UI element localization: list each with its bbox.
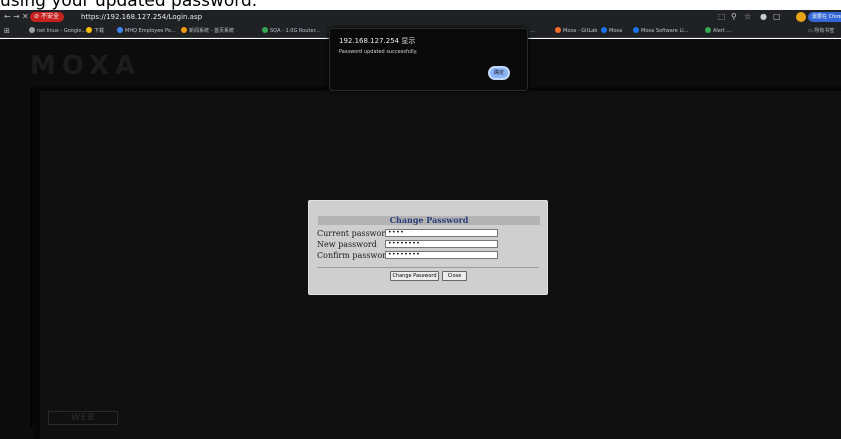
bookmark-label: Moxa [609,28,623,34]
bookmark-label: MHQ Employee Po... [125,28,176,34]
left-sidebar [0,87,34,439]
bookmark-item[interactable]: Moxa [601,25,622,37]
apps-grid-icon[interactable]: ⊞ [4,25,10,37]
moxa-logo: MOXA [30,51,142,81]
security-label: 不安全 [40,13,59,20]
bookmark-label: Moxa - GitLab [563,28,598,34]
bookmark-item[interactable]: MHQ Employee Po... [117,25,176,37]
bookmark-item[interactable]: Moxa - GitLab [555,25,597,37]
star-icon[interactable]: ☆ [744,11,751,23]
bookmark-favicon [181,27,187,33]
new-password-input[interactable]: •••••••• [385,240,498,248]
bookmark-label: ... [530,28,535,34]
web-badge: WEB [48,411,118,425]
bookmark-item[interactable]: Moxa Software Li... [633,25,688,37]
bookmark-label: Moxa Software Li... [641,28,689,34]
alert-dialog: 192.168.127.254 显示 Password updated succ… [329,28,528,91]
bookmark-favicon [29,27,35,33]
page-viewport: MOXA WEB Change Password Current passwor… [0,39,841,439]
close-button[interactable]: Close [442,271,467,281]
bookmark-label: Alert ... [713,28,732,34]
browser-toolbar: ← → ✕ ⊘ 不安全 https://192.168.127.254/Logi… [0,10,841,24]
bookmark-favicon [633,27,639,33]
new-password-label: New password [317,240,377,249]
bookmark-favicon [117,27,123,33]
bookmark-label: 新闻系统 - 首页系统 [189,28,234,34]
sidepanel-icon[interactable]: ▢ [773,11,781,23]
bookmark-item[interactable]: ... [530,25,535,37]
extension-icon[interactable]: ● [760,11,767,23]
change-password-button[interactable]: Change Password [390,271,439,281]
alert-message: Password updated successfully. [339,49,418,55]
translate-icon[interactable]: ⬚ [718,11,726,23]
security-warning-badge[interactable]: ⊘ 不安全 [30,12,64,22]
current-password-input[interactable]: •••• [385,229,498,237]
bookmark-item[interactable]: 下载 [86,25,104,37]
current-password-row: Current password [317,229,390,238]
alert-title: 192.168.127.254 显示 [339,37,416,45]
panel-divider [317,267,539,268]
profile-avatar[interactable] [796,12,806,22]
bookmark-item[interactable]: SQA - 1.0G Router... [262,25,320,37]
bookmark-favicon [705,27,711,33]
arrow-right-icon[interactable]: → [13,11,20,23]
bookmark-item[interactable]: net linux - Google... [29,25,86,37]
bookmark-label: 下载 [94,28,105,34]
zoom-icon[interactable]: ⚲ [731,11,737,23]
caption-strip: using your updated password. [0,0,841,10]
caption-text: using your updated password. [0,0,258,10]
bookmark-item[interactable]: 新闻系统 - 首页系统 [181,25,234,37]
bookmark-item[interactable]: Alert ... [705,25,731,37]
all-bookmarks-label: 所有书签 [814,28,835,34]
change-password-panel: Change Password Current password •••• Ne… [308,200,548,295]
bookmark-favicon [262,27,268,33]
alert-ok-button[interactable]: 确定 [488,66,510,80]
address-bar-url[interactable]: https://192.168.127.254/Login.asp [81,11,202,23]
confirm-password-label: Confirm password [317,251,392,260]
bookmark-favicon [555,27,561,33]
chrome-update-button[interactable]: 需要在 Chrome 中安装 [808,12,841,22]
current-password-label: Current password [317,229,391,238]
bookmark-favicon [601,27,607,33]
close-icon[interactable]: ✕ [22,11,29,23]
new-password-row: New password [317,240,377,249]
all-bookmarks-folder[interactable]: ▭ 所有书签 [808,25,834,37]
confirm-password-row: Confirm password [317,251,391,260]
confirm-password-input[interactable]: •••••••• [385,251,498,259]
bookmark-label: net linux - Google... [37,28,87,34]
panel-title: Change Password [318,216,540,225]
sidebar-divider [30,87,33,427]
arrow-left-icon[interactable]: ← [4,11,11,23]
bookmark-label: SQA - 1.0G Router... [270,28,320,34]
bookmark-favicon [86,27,92,33]
